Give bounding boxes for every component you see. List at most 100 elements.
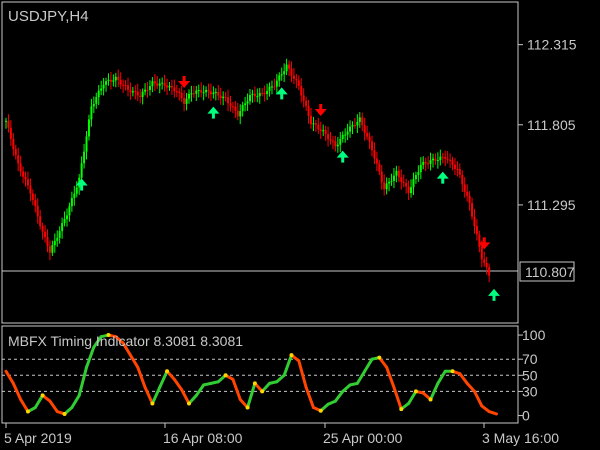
candle-body <box>288 64 291 69</box>
indicator-turn-point <box>150 401 155 406</box>
candle-body <box>175 91 178 93</box>
candle-body <box>141 91 144 97</box>
indicator-turn-point <box>62 411 67 416</box>
candle-body <box>63 219 66 224</box>
candle-body <box>280 74 283 76</box>
candle-body <box>239 111 242 117</box>
indicator-tick-label: 0 <box>522 408 530 424</box>
candle-body <box>253 93 256 97</box>
indicator-turn-point <box>377 355 382 360</box>
candle-body <box>312 123 315 125</box>
candle-body <box>400 177 403 182</box>
candle-body <box>392 175 395 181</box>
candle-body <box>24 176 27 180</box>
candle-body <box>324 130 327 135</box>
candle-body <box>432 158 434 161</box>
candle-body <box>5 120 7 122</box>
candle-body <box>363 125 366 134</box>
candle-body <box>412 179 415 188</box>
candle-body <box>244 103 247 106</box>
indicator-label: MBFX Timing Indicator 8.3081 8.3081 <box>8 333 243 349</box>
candle-body <box>375 158 378 164</box>
candle-body <box>263 93 266 95</box>
indicator-turn-point <box>413 389 418 394</box>
candle-body <box>444 156 447 159</box>
candle-body <box>456 168 459 170</box>
candle-body <box>278 75 281 81</box>
candle-body <box>102 84 105 89</box>
candle-body <box>197 90 200 92</box>
candle-body <box>180 92 183 99</box>
candle-body <box>249 95 251 102</box>
candle-body <box>156 83 159 86</box>
candle-body <box>466 191 469 196</box>
candle-body <box>105 81 108 85</box>
forex-chart[interactable]: USDJPY,H4 112.315111.805111.295 110.807 … <box>0 0 600 450</box>
indicator-turn-point <box>165 369 170 374</box>
indicator-turn-point <box>40 393 45 398</box>
candle-body <box>190 93 193 95</box>
candle-body <box>161 82 164 84</box>
candle-body <box>227 97 230 104</box>
indicator-turn-point <box>25 409 30 414</box>
candle-body <box>134 91 137 93</box>
candle-body <box>385 183 388 190</box>
candle-body <box>468 195 471 204</box>
candle-body <box>163 82 166 86</box>
candle-body <box>292 75 295 79</box>
candle-body <box>402 181 405 183</box>
candle-body <box>336 144 339 147</box>
time-tick-label: 5 Apr 2019 <box>4 430 72 446</box>
candle-body <box>75 187 78 194</box>
candle-body <box>488 267 491 276</box>
indicator-turn-point <box>428 397 433 402</box>
candle-body <box>205 89 208 93</box>
indicator-tick-label: 30 <box>522 383 538 399</box>
candle-body <box>310 115 312 125</box>
candle-body <box>270 86 273 88</box>
price-tick-label: 112.315 <box>527 37 577 53</box>
candle-body <box>127 85 129 90</box>
candle-body <box>407 186 410 194</box>
indicator-turn-point <box>187 401 191 406</box>
candle-body <box>305 100 308 107</box>
candle-body <box>51 245 54 253</box>
candle-body <box>68 206 71 216</box>
candle-body <box>451 160 454 165</box>
candle-body <box>327 134 330 140</box>
candle-body <box>26 179 29 186</box>
candle-body <box>429 160 432 164</box>
candle-body <box>9 127 12 139</box>
indicator-turn-point <box>289 353 294 358</box>
candle-body <box>395 170 398 176</box>
candle-body <box>173 87 176 92</box>
candle-body <box>7 120 10 128</box>
candle-body <box>329 139 332 141</box>
candle-body <box>202 92 205 94</box>
candle-body <box>256 96 259 98</box>
candle-body <box>109 79 112 82</box>
candle-body <box>22 171 25 177</box>
candle-body <box>90 106 93 120</box>
candle-body <box>368 136 371 142</box>
indicator-turn-point <box>260 389 265 394</box>
time-tick-label: 16 Apr 08:00 <box>163 430 243 446</box>
candle-body <box>207 89 210 92</box>
indicator-tick-label: 100 <box>522 327 546 343</box>
candle-body <box>168 85 171 88</box>
candle-body <box>405 182 408 187</box>
candle-body <box>388 181 391 184</box>
candle-body <box>139 95 142 97</box>
candle-body <box>124 85 127 87</box>
indicator-turn-point <box>252 381 257 386</box>
candle-body <box>439 156 442 161</box>
candle-body <box>480 246 483 260</box>
current-price-label: 110.807 <box>525 264 575 280</box>
candle-body <box>283 71 286 75</box>
candle-body <box>241 105 244 112</box>
candle-body <box>302 95 305 101</box>
candle-body <box>322 130 325 132</box>
candle-body <box>100 88 103 91</box>
candle-body <box>87 119 90 137</box>
candle-body <box>44 231 47 238</box>
